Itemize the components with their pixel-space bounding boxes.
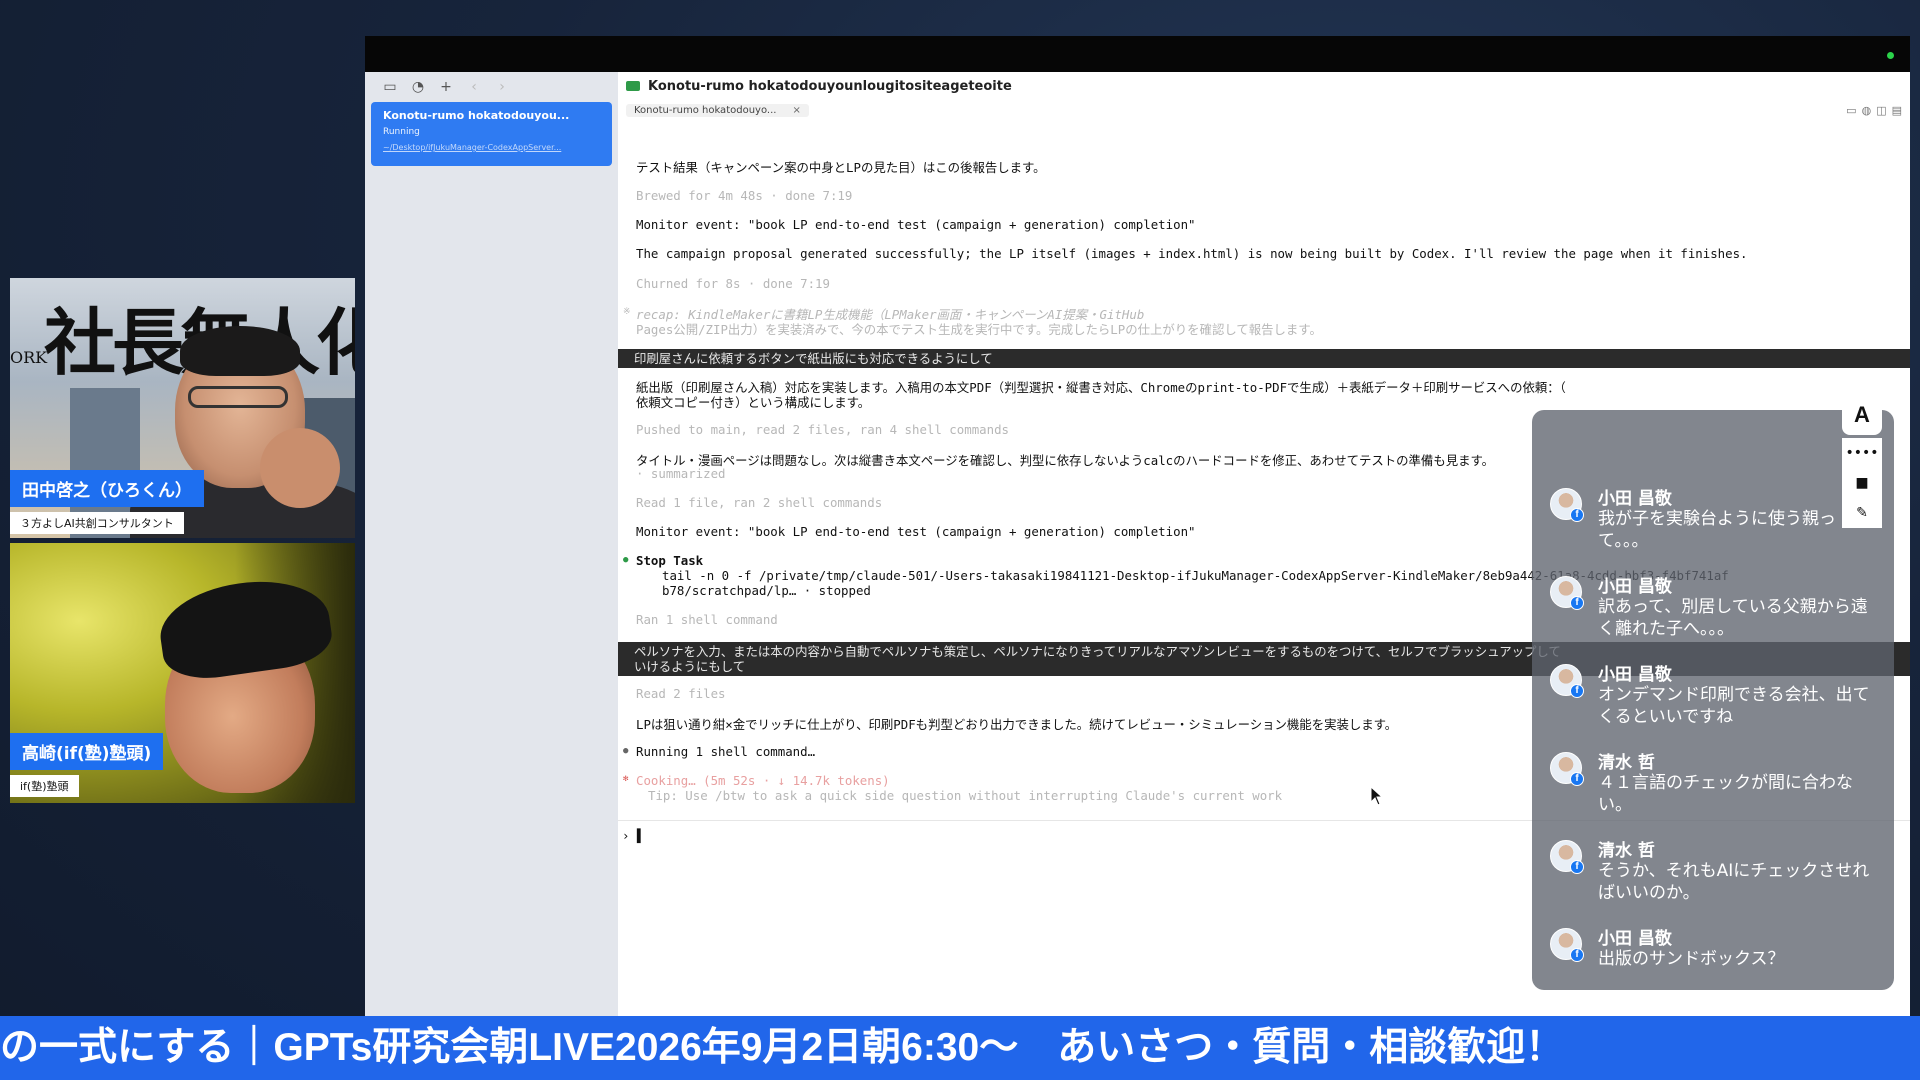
comment-text: 出版のサンドボックス？ xyxy=(1598,949,1785,969)
comment-text: 訳あって、別居している父親から遠く離れた子へ。。。 xyxy=(1598,597,1868,639)
window-title: Konotu-rumo hokatodouyounlougitositeaget… xyxy=(648,78,1012,94)
pen-icon[interactable]: ✎ xyxy=(1842,498,1882,528)
more-icon[interactable]: •••• xyxy=(1842,438,1882,468)
output-line: Stop Task xyxy=(636,553,704,568)
participant-tile-takasaki: 高崎(if(塾)塾頭) if(塾)塾頭 xyxy=(10,543,355,803)
output-line: 依頼文コピー付き）という構成にします。 xyxy=(636,395,871,410)
terminal-icon xyxy=(626,81,640,91)
comment-author: 清水 哲 xyxy=(1598,841,1655,861)
facebook-icon: f xyxy=(1570,508,1584,522)
participant-name: 田中啓之（ひろくん） xyxy=(10,470,204,507)
bottom-ticker: の一式にする｜GPTs研究会朝LIVE2026年9月2日朝6:30〜 あいさつ・… xyxy=(0,1016,1920,1080)
output-line: Churned for 8s · done 7:19 xyxy=(636,276,830,291)
comment-author: 清水 哲 xyxy=(1598,753,1655,773)
sidebar: ▭ ◔ + ‹ › Konotu-rumo hokatodouyou... Ru… xyxy=(365,72,618,1016)
participant-name: 高崎(if(塾)塾頭) xyxy=(10,733,164,770)
tab-session[interactable]: Konotu-rumo hokatodouyo... × xyxy=(626,103,809,117)
output-line: Brewed for 4m 48s · done 7:19 xyxy=(636,188,853,203)
facebook-icon: f xyxy=(1570,948,1584,962)
sidebar-toolbar: ▭ ◔ + ‹ › xyxy=(365,72,618,102)
comment-author: 小田 昌敬 xyxy=(1598,929,1672,949)
layout-icon[interactable]: ▭ xyxy=(1846,104,1856,117)
bullet-icon: ※ xyxy=(623,307,631,317)
output-line: Ran 1 shell command xyxy=(636,612,778,627)
tab-bar: Konotu-rumo hokatodouyo... × ▭ ◍ ◫ ▤ xyxy=(618,100,1910,120)
output-line: タイトル・漫画ページは問題なし。次は縦書き本文ページを確認し、判型に依存しないよ… xyxy=(636,453,1495,468)
user-prompt-band: 印刷屋さんに依頼するボタンで紙出版にも対応できるようにして xyxy=(618,349,1910,368)
tab-label: Konotu-rumo hokatodouyo... xyxy=(634,104,777,116)
output-line: Cooking… (5m 52s · ↓ 14.7k tokens) xyxy=(636,773,890,788)
output-line: The campaign proposal generated successf… xyxy=(636,246,1748,261)
app-logo-icon[interactable]: A xyxy=(1842,395,1882,435)
plus-icon[interactable]: + xyxy=(439,79,453,95)
output-line: Tip: Use /btw to ask a quick side questi… xyxy=(648,788,1283,803)
view-toolbar: ▭ ◍ ◫ ▤ xyxy=(1846,104,1902,117)
output-line: Running 1 shell command… xyxy=(636,744,816,759)
bullet-icon: ● xyxy=(623,555,629,565)
forward-icon[interactable]: › xyxy=(495,79,509,95)
window-topbar xyxy=(365,36,1910,72)
output-line: b78/scratchpad/lp… · stopped xyxy=(662,583,871,598)
output-line: テスト結果（キャンペーン案の中身とLPの見た目）はこの後報告します。 xyxy=(636,160,1046,175)
facebook-icon: f xyxy=(1570,772,1584,786)
main-title-bar: Konotu-rumo hokatodouyounlougitositeaget… xyxy=(618,72,1910,100)
participant-role: if(塾)塾頭 xyxy=(10,775,79,797)
comment-text: オンデマンド印刷できる会社、出てくるといいですね xyxy=(1598,685,1870,727)
prompt-input[interactable]: › ▌ xyxy=(622,828,644,843)
spinner-icon: ✻ xyxy=(623,774,629,784)
mouse-cursor-icon xyxy=(1370,786,1384,806)
sidebar-session-item[interactable]: Konotu-rumo hokatodouyou... Running ~/De… xyxy=(371,102,612,166)
person-hair xyxy=(180,326,300,376)
facebook-icon: f xyxy=(1570,860,1584,874)
stop-icon[interactable]: ■ xyxy=(1842,468,1882,498)
poster-side-text: ORK xyxy=(10,348,48,367)
output-line: Monitor event: "book LP end-to-end test … xyxy=(636,217,1196,232)
comment-author: 小田 昌敬 xyxy=(1598,665,1672,685)
panel-icon[interactable]: ▤ xyxy=(1892,104,1902,117)
output-line: Pages公開/ZIP出力）を実装済みで、今の本でテスト生成を実行中です。完成し… xyxy=(636,322,1322,337)
back-icon[interactable]: ‹ xyxy=(467,79,481,95)
comment-text: 我が子を実験台ように使う親って。。。 xyxy=(1598,509,1836,551)
output-line: · summarized xyxy=(636,466,726,481)
bell-icon[interactable]: ◔ xyxy=(411,79,425,95)
session-title: Konotu-rumo hokatodouyou... xyxy=(383,109,570,122)
output-line: Monitor event: "book LP end-to-end test … xyxy=(636,524,1196,539)
output-line: Read 1 file, ran 2 shell commands xyxy=(636,495,883,510)
session-path: ~/Desktop/ifJukuManager-CodexAppServer..… xyxy=(383,143,562,152)
person-hand xyxy=(260,428,340,508)
sidebar-toggle-icon[interactable]: ▭ xyxy=(383,79,397,95)
output-line: Pushed to main, read 2 files, ran 4 shel… xyxy=(636,422,1009,437)
comment-text: そうか、それもAIにチェックさせればいいのか。 xyxy=(1598,861,1870,903)
bullet-icon: ● xyxy=(623,746,629,756)
output-line: Read 2 files xyxy=(636,686,726,701)
live-comments-panel: f 小田 昌敬 我が子を実験台ように使う親って。。。 f 小田 昌敬 訳あって、… xyxy=(1532,410,1894,990)
tool-column: •••• ■ ✎ xyxy=(1842,438,1882,528)
close-icon[interactable]: × xyxy=(792,105,800,116)
participant-role: ３方よしAI共創コンサルタント xyxy=(10,512,184,534)
status-dot-icon xyxy=(1887,52,1894,59)
output-line: LPは狙い通り紺×金でリッチに仕上がり、印刷PDFも判型どおり出力できました。続… xyxy=(636,717,1398,732)
comment-text: ４１言語のチェックが間に合わない。 xyxy=(1598,773,1853,815)
comment-author: 小田 昌敬 xyxy=(1598,489,1672,509)
facebook-icon: f xyxy=(1570,596,1584,610)
comment-author: 小田 昌敬 xyxy=(1598,577,1672,597)
split-icon[interactable]: ◫ xyxy=(1876,104,1886,117)
participant-tile-tanaka: 社長無人化 ORK 田中啓之（ひろくん） ３方よしAI共創コンサルタント xyxy=(10,278,355,538)
facebook-icon: f xyxy=(1570,684,1584,698)
glasses xyxy=(188,386,288,408)
globe-icon[interactable]: ◍ xyxy=(1862,104,1872,117)
session-status: Running xyxy=(383,127,420,137)
